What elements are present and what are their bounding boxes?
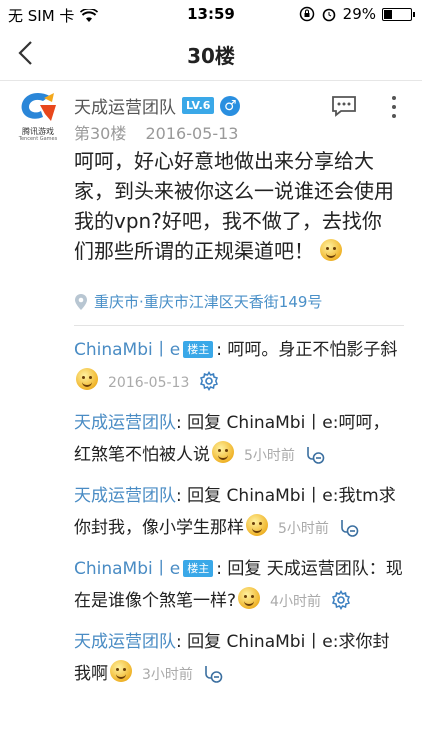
smile-emoji-icon <box>110 660 132 682</box>
post-author: 天成运营团队 LV.6 ♂ <box>74 93 241 118</box>
level-badge: LV.6 <box>182 97 215 114</box>
reply-username[interactable]: ChinaMbi丨e <box>74 340 180 360</box>
reply-time: 5小时前 <box>278 521 329 537</box>
nav-bar: 30楼 <box>0 28 422 81</box>
location-pin-icon <box>75 293 87 310</box>
reply-icon[interactable] <box>339 516 359 537</box>
host-badge: 楼主 <box>183 560 214 577</box>
reply-item[interactable]: 天成运营团队: 回复 ChinaMbi丨e:求你封我啊 3小时前 <box>74 626 404 691</box>
reply-icon[interactable] <box>203 662 223 683</box>
reply-text: 呵呵。身正不怕影子斜 <box>227 340 398 360</box>
battery-level <box>384 9 392 19</box>
reply-colon: : <box>216 340 222 360</box>
post-date: 2016-05-13 <box>145 124 239 143</box>
post-meta: 第30楼 2016-05-13 <box>74 120 252 144</box>
reply-target[interactable]: ChinaMbi丨e <box>227 413 333 433</box>
smile-emoji-icon <box>212 441 234 463</box>
reply-item[interactable]: ChinaMbi丨e 楼主: 呵呵。身正不怕影子斜 2016-05-13 <box>74 334 404 399</box>
post-content-text: 呵呵，好心好意地做出来分享给大家，到头来被你这么一说谁还会使用我的vpn?好吧，… <box>74 149 394 263</box>
battery-percent: 29% <box>342 5 376 23</box>
page-title: 30楼 <box>187 44 235 68</box>
location-text: 重庆市·重庆市江津区天香街149号 <box>94 293 323 311</box>
reply-colon: : <box>176 632 182 652</box>
host-badge: 楼主 <box>183 341 214 358</box>
avatar-caption-en: Tencent Games <box>18 136 58 142</box>
rotation-lock-icon <box>299 6 314 22</box>
smile-emoji-icon <box>246 514 268 536</box>
floor-label: 第30楼 <box>74 124 127 143</box>
reply-colon: : <box>176 413 182 433</box>
reply-username[interactable]: 天成运营团队 <box>74 413 176 433</box>
comment-icon[interactable] <box>331 95 357 117</box>
post-location[interactable]: 重庆市·重庆市江津区天香街149号 <box>74 291 322 312</box>
smile-emoji-icon <box>238 587 261 609</box>
reply-target[interactable]: 天成运营团队 <box>267 559 369 579</box>
reply-time: 3小时前 <box>142 667 193 683</box>
reply-target[interactable]: ChinaMbi丨e <box>227 632 333 652</box>
reply-prefix: 回复 <box>187 632 227 652</box>
reply-time: 4小时前 <box>270 594 321 610</box>
reply-item[interactable]: ChinaMbi丨e 楼主: 回复 天成运营团队：现在是谁像个煞笔一样? 4小时前 <box>74 553 404 618</box>
male-icon: ♂ <box>220 95 241 116</box>
reply-icon[interactable] <box>305 443 325 464</box>
reply-prefix: 回复 <box>187 486 227 506</box>
reply-item[interactable]: 天成运营团队: 回复 ChinaMbi丨e:呵呵，红煞笔不怕被人说 5小时前 <box>74 407 404 472</box>
reply-time: 5小时前 <box>244 448 295 464</box>
post-content: 呵呵，好心好意地做出来分享给大家，到头来被你这么一说谁还会使用我的vpn?好吧，… <box>74 146 399 266</box>
avatar-caption: 腾讯游戏 <box>22 127 54 136</box>
reply-list: ChinaMbi丨e 楼主: 呵呵。身正不怕影子斜2016-05-13 天成运营团队… <box>74 334 404 699</box>
smile-emoji-icon <box>76 368 98 390</box>
smile-emoji-icon <box>320 239 343 261</box>
author-name[interactable]: 天成运营团队 <box>74 93 176 118</box>
gear-icon[interactable] <box>199 370 219 391</box>
reply-colon: : <box>176 486 182 506</box>
avatar[interactable]: 腾讯游戏 Tencent Games <box>16 90 60 142</box>
reply-prefix: 回复 <box>227 559 267 579</box>
reply-username[interactable]: ChinaMbi丨e <box>74 559 180 579</box>
reply-prefix: 回复 <box>187 413 227 433</box>
reply-colon: : <box>216 559 222 579</box>
tencent-games-logo <box>21 93 56 121</box>
alarm-icon <box>322 8 335 22</box>
more-options-icon[interactable] <box>384 94 404 120</box>
reply-username[interactable]: 天成运营团队 <box>74 632 176 652</box>
gear-icon[interactable] <box>331 589 351 610</box>
status-bar: 无 SIM 卡 13:59 29% <box>0 0 422 28</box>
reply-target[interactable]: ChinaMbi丨e <box>227 486 333 506</box>
reply-item[interactable]: 天成运营团队: 回复 ChinaMbi丨e:我tm求你封我，像小学生那样 5小时前 <box>74 480 404 545</box>
reply-username[interactable]: 天成运营团队 <box>74 486 176 506</box>
divider <box>74 325 404 326</box>
reply-time: 2016-05-13 <box>108 375 190 391</box>
battery-icon <box>382 7 415 21</box>
